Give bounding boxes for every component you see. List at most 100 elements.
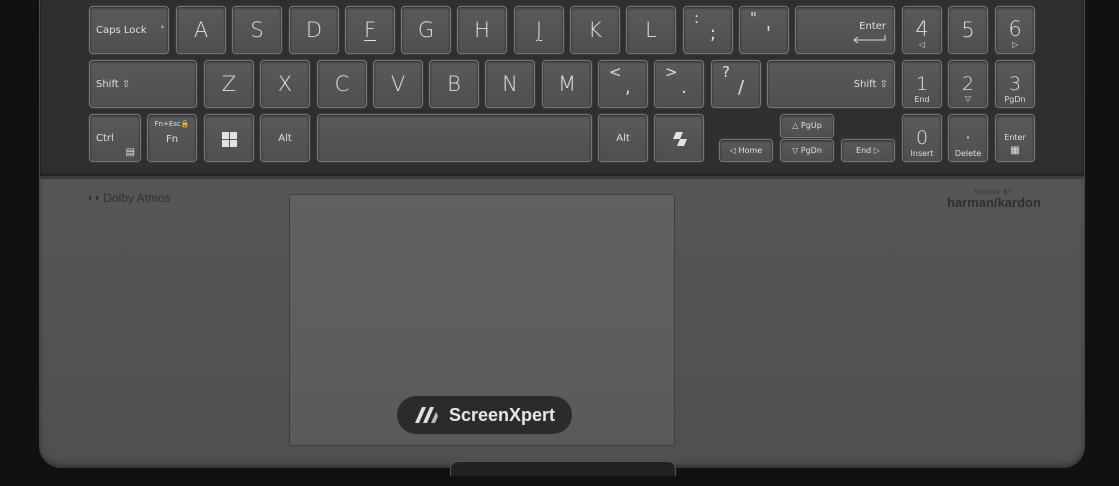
key-n-label: N <box>502 72 518 96</box>
windows-icon <box>222 132 237 147</box>
key-v[interactable]: V <box>373 60 423 108</box>
key-alt-right[interactable]: Alt <box>598 114 648 162</box>
lid-hinge-notch <box>450 461 676 476</box>
key-period[interactable]: > . <box>654 60 704 108</box>
harman-text: harman/kardon <box>947 195 1041 210</box>
key-comma-bottom: , <box>625 77 631 98</box>
key-end-label: End ▷ <box>856 146 880 155</box>
key-num-enter-label: Enter <box>1004 133 1026 142</box>
screenxpert-logo-icon <box>414 407 438 423</box>
key-l[interactable]: L <box>626 6 676 54</box>
key-shift-left-label: Shift ⇧ <box>96 79 131 90</box>
enter-arrow-icon <box>853 35 886 44</box>
key-enter[interactable]: Enter <box>795 6 895 54</box>
key-n[interactable]: N <box>485 60 535 108</box>
dolby-text: Dolby Atmos <box>103 191 171 205</box>
key-z-label: Z <box>221 72 237 96</box>
key-j-label: J <box>535 18 543 42</box>
key-comma-top: < <box>609 63 622 81</box>
key-num-dot-sub: Delete <box>954 149 982 158</box>
left-arrow-icon: ◁ <box>919 40 926 49</box>
key-num4[interactable]: 4 ◁ <box>902 6 942 54</box>
menu-icon: ▤ <box>125 147 135 158</box>
key-fn[interactable]: Fn+Esc🔒 Fn <box>147 114 197 162</box>
key-ctrl[interactable]: Ctrl ▤ <box>89 114 141 162</box>
key-num5[interactable]: 5 <box>948 6 988 54</box>
key-num2[interactable]: 2 ▽ <box>948 60 988 108</box>
key-quote[interactable]: " ' <box>739 6 789 54</box>
key-z[interactable]: Z <box>204 60 254 108</box>
key-c[interactable]: C <box>317 60 367 108</box>
key-d-label: D <box>305 18 323 42</box>
key-s[interactable]: S <box>232 6 282 54</box>
key-space[interactable] <box>317 114 592 162</box>
key-shift-right[interactable]: Shift ⇧ <box>767 60 895 108</box>
key-quote-top: " <box>750 9 757 27</box>
key-pgdn-label: ▽ PgDn <box>792 146 822 155</box>
key-pgup-label: △ PgUp <box>792 121 822 130</box>
key-b-label: B <box>447 72 461 96</box>
key-fn-label: Fn <box>165 134 179 145</box>
key-shift-right-label: Shift ⇧ <box>853 79 888 90</box>
key-period-bottom: . <box>681 77 687 98</box>
key-ctrl-label: Ctrl <box>96 133 114 144</box>
key-num1[interactable]: 1 End <box>902 60 942 108</box>
key-h-label: H <box>474 18 490 42</box>
key-num6-label: 6 <box>1008 17 1022 41</box>
key-h[interactable]: H <box>457 6 507 54</box>
key-windows[interactable] <box>204 114 254 162</box>
key-k-label: K <box>588 18 602 42</box>
key-quote-bottom: ' <box>766 23 771 44</box>
key-num3-label: 3 <box>1008 73 1022 95</box>
key-slash-top: ? <box>722 63 730 81</box>
key-num4-label: 4 <box>915 17 929 41</box>
key-fn-top: Fn+Esc🔒 <box>154 120 190 128</box>
key-comma[interactable]: < , <box>598 60 648 108</box>
key-period-top: > <box>665 63 678 81</box>
key-c-label: C <box>334 72 350 96</box>
key-caps-lock-label: Caps Lock <box>96 25 147 36</box>
key-semicolon[interactable]: : ; <box>683 6 733 54</box>
key-end[interactable]: End ▷ <box>841 139 895 162</box>
key-num1-sub: End <box>914 95 930 104</box>
key-num1-label: 1 <box>915 73 929 95</box>
key-home[interactable]: ◁ Home <box>719 139 773 162</box>
key-pgup[interactable]: △ PgUp <box>780 114 834 138</box>
key-num6[interactable]: 6 ▷ <box>995 6 1035 54</box>
copilot-icon <box>673 132 687 146</box>
key-v-label: V <box>390 72 406 96</box>
key-pgdn[interactable]: ▽ PgDn <box>780 139 834 162</box>
key-a[interactable]: A <box>176 6 226 54</box>
key-g[interactable]: G <box>401 6 451 54</box>
key-l-label: L <box>645 18 657 42</box>
key-k[interactable]: K <box>570 6 620 54</box>
key-b[interactable]: B <box>429 60 479 108</box>
key-g-label: G <box>417 18 435 42</box>
key-s-label: S <box>250 18 264 42</box>
key-m-label: M <box>557 72 577 96</box>
key-j[interactable]: J <box>514 6 564 54</box>
key-semicolon-top: : <box>694 9 700 27</box>
key-num3[interactable]: 3 PgDn <box>995 60 1035 108</box>
key-caps-lock[interactable]: Caps Lock • <box>89 6 169 54</box>
key-x[interactable]: X <box>260 60 310 108</box>
key-home-label: ◁ Home <box>729 146 763 155</box>
key-num-dot[interactable]: · Delete <box>948 114 988 162</box>
key-num0-label: 0 <box>915 127 929 149</box>
key-num0[interactable]: 0 Insert <box>902 114 942 162</box>
key-d[interactable]: D <box>289 6 339 54</box>
key-shift-left[interactable]: Shift ⇧ <box>89 60 197 108</box>
key-enter-label: Enter <box>859 21 886 32</box>
keyboard-edge <box>40 176 1084 179</box>
key-num2-label: 2 <box>961 73 975 95</box>
key-alt-left-label: Alt <box>278 133 292 144</box>
key-m[interactable]: M <box>542 60 592 108</box>
key-alt-left[interactable]: Alt <box>260 114 310 162</box>
key-num-enter[interactable]: Enter ▦ <box>995 114 1035 162</box>
key-slash[interactable]: ? / <box>711 60 761 108</box>
key-f-label: F <box>363 18 377 42</box>
key-f[interactable]: F <box>345 6 395 54</box>
right-arrow-icon: ▷ <box>1012 40 1019 49</box>
key-copilot[interactable] <box>654 114 704 162</box>
down-arrow-icon: ▽ <box>964 94 972 103</box>
